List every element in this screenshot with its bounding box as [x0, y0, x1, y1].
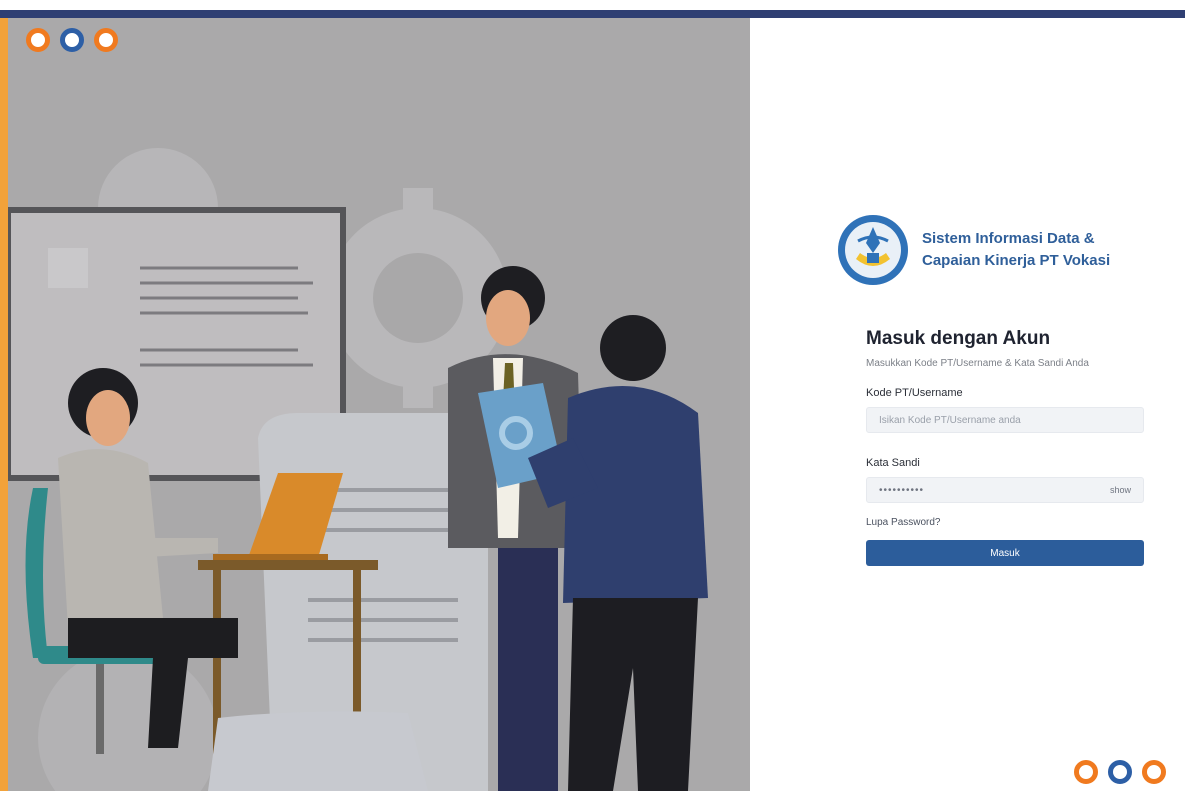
top-bar — [0, 10, 1185, 18]
ring-icon — [60, 28, 84, 52]
password-label: Kata Sandi — [866, 457, 920, 469]
login-button[interactable]: Masuk — [866, 540, 1144, 566]
username-placeholder: Isikan Kode PT/Username anda — [879, 414, 1021, 426]
username-input[interactable]: Isikan Kode PT/Username anda — [866, 407, 1144, 433]
app-title: Sistem Informasi Data & Capaian Kinerja … — [922, 228, 1122, 272]
login-form: Masuk dengan Akun Masukkan Kode PT/Usern… — [866, 328, 1146, 566]
forgot-password-link[interactable]: Lupa Password? — [866, 517, 1146, 528]
ring-icon — [1108, 760, 1132, 784]
show-password-toggle[interactable]: show — [1110, 485, 1131, 495]
app-title-line1: Sistem Informasi Data & — [922, 230, 1095, 247]
username-label: Kode PT/Username — [866, 387, 963, 399]
decorative-rings-top-left — [26, 28, 118, 52]
ring-icon — [1074, 760, 1098, 784]
brand-header: Sistem Informasi Data & Capaian Kinerja … — [836, 213, 1122, 287]
ring-icon — [26, 28, 50, 52]
password-value: •••••••••• — [879, 484, 925, 496]
hero-illustration — [8, 18, 750, 791]
login-subheading: Masukkan Kode PT/Username & Kata Sandi A… — [866, 358, 1089, 369]
app-title-line2: Capaian Kinerja PT Vokasi — [922, 252, 1111, 269]
ring-icon — [94, 28, 118, 52]
password-input[interactable]: •••••••••• show — [866, 477, 1144, 503]
decorative-rings-bottom-right — [1074, 760, 1166, 784]
tut-wuri-handayani-logo-icon — [838, 215, 908, 285]
ring-icon — [1142, 760, 1166, 784]
left-accent-stripe — [0, 18, 8, 791]
login-heading: Masuk dengan Akun — [866, 328, 1051, 349]
